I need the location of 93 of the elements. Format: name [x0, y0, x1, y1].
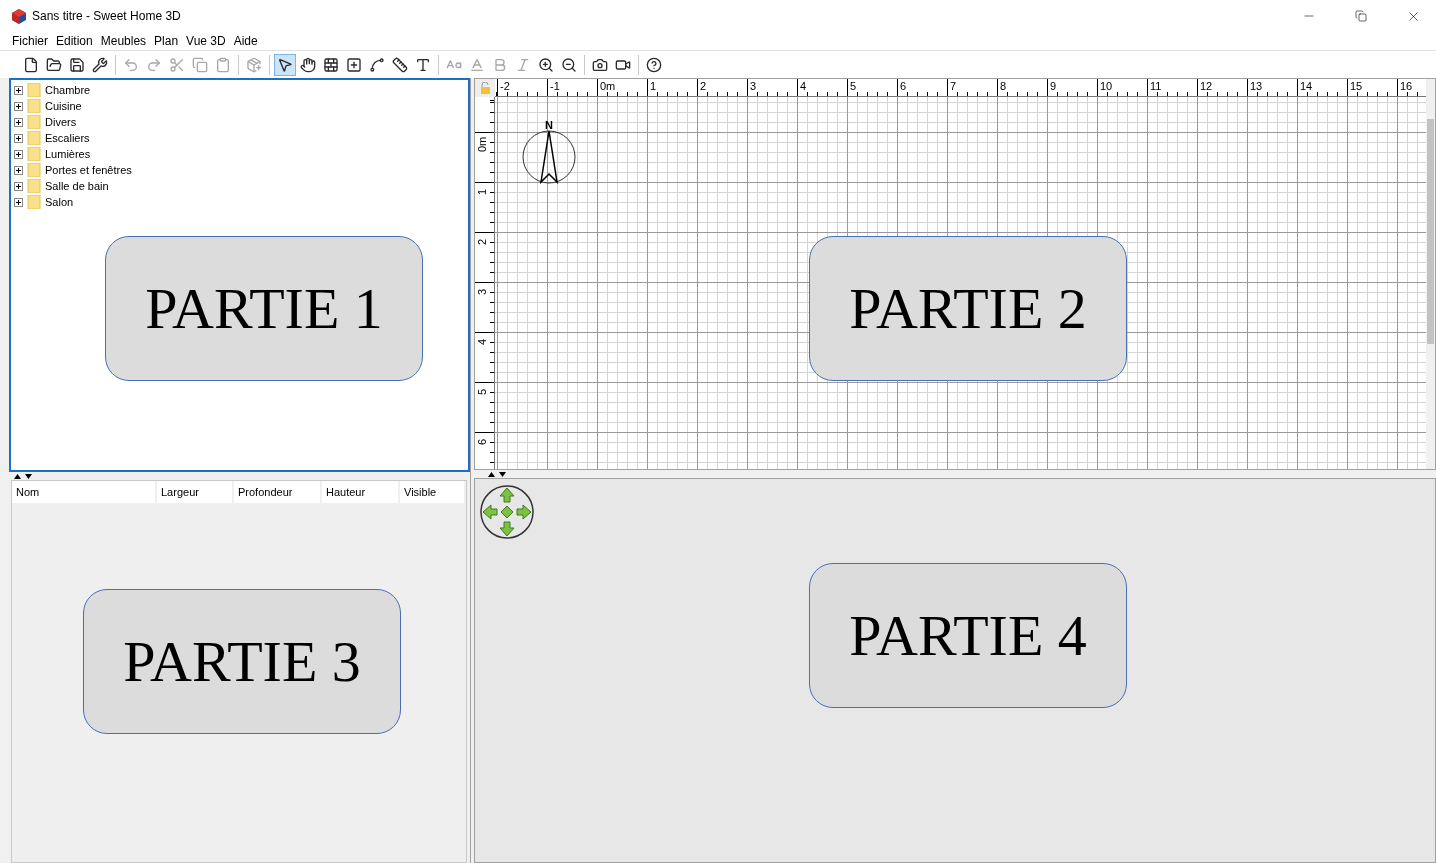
ruler-label: 2	[476, 238, 488, 245]
menu-item[interactable]: Aide	[229, 34, 262, 48]
expand-toggle-icon[interactable]	[14, 181, 23, 191]
camera-icon	[592, 56, 608, 73]
redo-icon	[146, 56, 162, 73]
folder-icon	[27, 163, 41, 177]
folder-icon	[27, 195, 41, 209]
ruler-label: 5	[850, 80, 857, 92]
ruler-label: 0m	[600, 80, 616, 92]
wall-icon	[323, 56, 339, 73]
expand-toggle-icon[interactable]	[14, 101, 23, 111]
column-header[interactable]: Nom	[12, 481, 157, 503]
folder-icon	[27, 99, 41, 113]
column-header[interactable]: Hauteur	[322, 481, 400, 503]
add-furniture-icon	[246, 56, 262, 73]
category-label[interactable]: Divers	[45, 116, 77, 128]
folder-icon	[27, 179, 41, 193]
ruler-label: 4	[800, 80, 807, 92]
ruler-label: 16	[1400, 80, 1413, 92]
toolbar-button[interactable]	[274, 53, 296, 76]
menu-item[interactable]: Plan	[150, 34, 183, 48]
ruler-label: 15	[1350, 80, 1363, 92]
category-label[interactable]: Lumières	[45, 148, 91, 160]
wrench-icon	[92, 56, 108, 73]
clipboard-icon	[215, 56, 231, 73]
ruler-icon	[392, 56, 408, 73]
save-icon	[69, 56, 85, 73]
pointer-icon	[277, 56, 293, 73]
ruler-label: -2	[500, 80, 510, 92]
ruler-label: 3	[750, 80, 757, 92]
menu-item[interactable]: Edition	[52, 34, 97, 48]
annotation-label: PARTIE 3	[83, 589, 401, 734]
annotation-label: PARTIE 1	[105, 236, 423, 381]
hand-icon	[300, 56, 316, 73]
polyline-icon	[369, 56, 385, 73]
ruler-label: 14	[1300, 80, 1313, 92]
ruler-label: 13	[1250, 80, 1263, 92]
help-icon	[646, 56, 662, 73]
category-label[interactable]: Portes et fenêtres	[45, 164, 132, 176]
restore-icon	[1355, 10, 1367, 22]
ruler-label: 0m	[476, 136, 488, 152]
menu-item[interactable]: Vue 3D	[182, 34, 230, 48]
ruler-label: 6	[900, 80, 907, 92]
zoom-in-icon	[538, 56, 554, 73]
app-logo-icon	[12, 8, 26, 24]
ruler-label: 2	[700, 80, 707, 92]
expand-toggle-icon[interactable]	[14, 149, 23, 159]
category-label[interactable]: Escaliers	[45, 132, 90, 144]
expand-toggle-icon[interactable]	[14, 165, 23, 175]
expand-toggle-icon[interactable]	[14, 197, 23, 207]
ruler-label: 6	[476, 438, 488, 445]
folder-icon	[27, 83, 41, 97]
menu-item[interactable]: Fichier	[8, 34, 52, 48]
folder-icon	[27, 131, 41, 145]
ruler-label: 5	[476, 388, 488, 395]
bold-icon	[492, 56, 508, 73]
annotation-label: PARTIE 2	[809, 236, 1127, 381]
ruler-label: 4	[476, 338, 488, 345]
expand-toggle-icon[interactable]	[14, 85, 23, 95]
annotation-label: PARTIE 4	[809, 563, 1127, 708]
ruler-label: 11	[1150, 80, 1162, 92]
category-label[interactable]: Salle de bain	[45, 180, 109, 192]
column-header[interactable]: Visible	[400, 481, 466, 503]
category-label[interactable]: Salon	[45, 196, 74, 208]
room-icon	[346, 56, 362, 73]
category-label[interactable]: Cuisine	[45, 100, 82, 112]
ruler-label: -1	[550, 80, 560, 92]
expand-toggle-icon[interactable]	[14, 117, 23, 127]
scrollbar-thumb[interactable]	[1427, 119, 1434, 344]
menu-item[interactable]: Meubles	[96, 34, 151, 48]
ruler-label: 9	[1050, 80, 1057, 92]
ruler-label: 10	[1100, 80, 1113, 92]
ruler-label: 3	[476, 288, 488, 295]
ruler-label: 1	[476, 188, 488, 195]
ruler-label: 8	[1000, 80, 1007, 92]
new-file-icon	[23, 56, 39, 73]
folder-icon	[27, 115, 41, 129]
undo-icon	[123, 56, 139, 73]
folder-icon	[46, 56, 62, 73]
column-header[interactable]: Profondeur	[234, 481, 322, 503]
ruler-label: 1	[650, 80, 657, 92]
italic-icon	[515, 56, 531, 73]
expand-toggle-icon[interactable]	[14, 133, 23, 143]
navigation-arrows-icon[interactable]	[479, 483, 535, 541]
ruler-label: 7	[950, 80, 957, 92]
category-label[interactable]: Chambre	[45, 84, 91, 96]
window-title: Sans titre - Sweet Home 3D	[32, 9, 182, 23]
ruler-label: 12	[1200, 80, 1213, 92]
scissors-icon	[169, 56, 185, 73]
zoom-out-icon	[561, 56, 577, 73]
column-header[interactable]: Largeur	[157, 481, 234, 503]
copy-icon	[192, 56, 208, 73]
folder-icon	[27, 147, 41, 161]
